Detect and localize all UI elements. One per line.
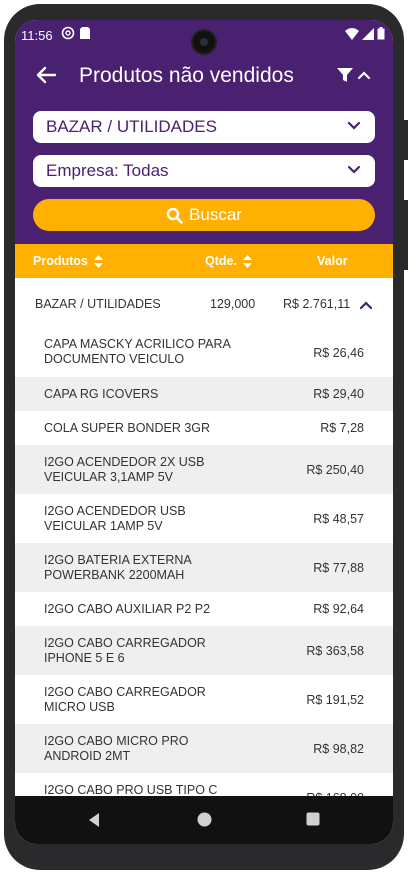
search-button-label: Buscar: [189, 205, 242, 224]
product-list: CAPA MASCKY ACRILICO PARA DOCUMENTO VEIC…: [15, 328, 393, 822]
product-value: R$ 98,82: [313, 742, 364, 756]
group-name: BAZAR / UTILIDADES: [35, 297, 161, 311]
product-name: I2GO CABO CARREGADOR MICRO USB: [44, 685, 206, 714]
group-row[interactable]: BAZAR / UTILIDADES 129,000 R$ 2.761,11: [15, 282, 393, 328]
company-select-value: Empresa: Todas: [46, 161, 169, 180]
product-value: R$ 363,58: [306, 644, 364, 658]
page-title: Produtos não vendidos: [79, 64, 294, 87]
list-item[interactable]: I2GO CABO MICRO PRO ANDROID 2MT R$ 98,82: [15, 724, 393, 773]
column-header-qty[interactable]: Qtde.: [205, 254, 252, 268]
nav-home-icon[interactable]: [197, 812, 212, 827]
product-name: CAPA RG ICOVERS: [44, 387, 159, 401]
column-header-qty-label: Qtde.: [205, 254, 237, 268]
signal-icon: [362, 27, 374, 40]
status-system-icons: [345, 27, 385, 40]
company-select[interactable]: Empresa: Todas: [33, 155, 375, 187]
filter-toggle-button[interactable]: [336, 66, 371, 84]
battery-icon: [377, 27, 385, 40]
column-header-value: Valor: [317, 254, 348, 268]
product-value: R$ 92,64: [313, 602, 364, 616]
list-item[interactable]: I2GO ACENDEDOR 2X USB VEICULAR 3,1AMP 5V…: [15, 445, 393, 494]
product-name: I2GO BATERIA EXTERNA POWERBANK 2200MAH: [44, 553, 192, 582]
list-item[interactable]: CAPA MASCKY ACRILICO PARA DOCUMENTO VEIC…: [15, 328, 393, 377]
product-value: R$ 191,52: [306, 693, 364, 707]
column-header-products[interactable]: Produtos: [33, 254, 103, 268]
column-header-products-label: Produtos: [33, 254, 88, 268]
sort-icon: [93, 254, 103, 268]
product-value: R$ 7,28: [320, 421, 364, 435]
chevron-up-icon: [357, 71, 371, 80]
product-value: R$ 29,40: [313, 387, 364, 401]
status-notification-icons: [61, 26, 91, 40]
app-bar: Produtos não vendidos: [15, 60, 393, 94]
list-item[interactable]: I2GO CABO CARREGADOR IPHONE 5 E 6 R$ 363…: [15, 626, 393, 675]
product-name: I2GO CABO CARREGADOR IPHONE 5 E 6: [44, 636, 206, 665]
list-item[interactable]: CAPA RG ICOVERS R$ 29,40: [15, 377, 393, 411]
list-item[interactable]: I2GO CABO AUXILIAR P2 P2 R$ 92,64: [15, 592, 393, 626]
product-value: R$ 48,57: [313, 512, 364, 526]
sim-card-icon: [80, 27, 90, 39]
front-camera: [193, 31, 215, 53]
filter-icon: [337, 68, 353, 82]
navigation-bar: [15, 796, 393, 844]
chevron-down-icon: [347, 121, 361, 130]
wifi-icon: [345, 27, 359, 40]
power-button: [404, 120, 408, 160]
product-value: R$ 26,46: [313, 346, 364, 360]
category-select[interactable]: BAZAR / UTILIDADES: [33, 111, 375, 143]
search-icon: [166, 207, 183, 224]
at-sign-icon: [61, 26, 75, 40]
search-button[interactable]: Buscar: [33, 199, 375, 231]
nav-recents-icon[interactable]: [306, 812, 320, 826]
volume-button: [404, 200, 408, 270]
product-name: CAPA MASCKY ACRILICO PARA DOCUMENTO VEIC…: [44, 337, 231, 366]
list-item[interactable]: I2GO CABO CARREGADOR MICRO USB R$ 191,52: [15, 675, 393, 724]
sort-icon: [242, 254, 252, 268]
chevron-down-icon: [347, 165, 361, 174]
product-name: COLA SUPER BONDER 3GR: [44, 421, 211, 435]
screen: 11:56 Produtos não vendidos BAZAR / UTIL…: [15, 20, 393, 844]
product-name: I2GO CABO AUXILIAR P2 P2: [44, 602, 211, 616]
product-value: R$ 77,88: [313, 561, 364, 575]
product-name: I2GO ACENDEDOR 2X USB VEICULAR 3,1AMP 5V: [44, 455, 205, 484]
product-name: I2GO ACENDEDOR USB VEICULAR 1AMP 5V: [44, 504, 186, 533]
nav-back-icon[interactable]: [87, 812, 101, 828]
list-item[interactable]: I2GO BATERIA EXTERNA POWERBANK 2200MAH R…: [15, 543, 393, 592]
category-select-value: BAZAR / UTILIDADES: [46, 117, 217, 136]
column-header-value-label: Valor: [317, 254, 348, 268]
chevron-up-icon: [360, 301, 372, 309]
product-value: R$ 250,40: [306, 463, 364, 477]
table-header: Produtos Qtde. Valor: [15, 244, 393, 278]
list-item[interactable]: COLA SUPER BONDER 3GR R$ 7,28: [15, 411, 393, 445]
product-name: I2GO CABO MICRO PRO ANDROID 2MT: [44, 734, 189, 763]
back-arrow-icon[interactable]: [35, 64, 57, 86]
list-item[interactable]: I2GO ACENDEDOR USB VEICULAR 1AMP 5V R$ 4…: [15, 494, 393, 543]
group-qty: 129,000: [210, 297, 256, 311]
status-time: 11:56: [21, 28, 53, 43]
group-value: R$ 2.761,11: [283, 297, 351, 311]
